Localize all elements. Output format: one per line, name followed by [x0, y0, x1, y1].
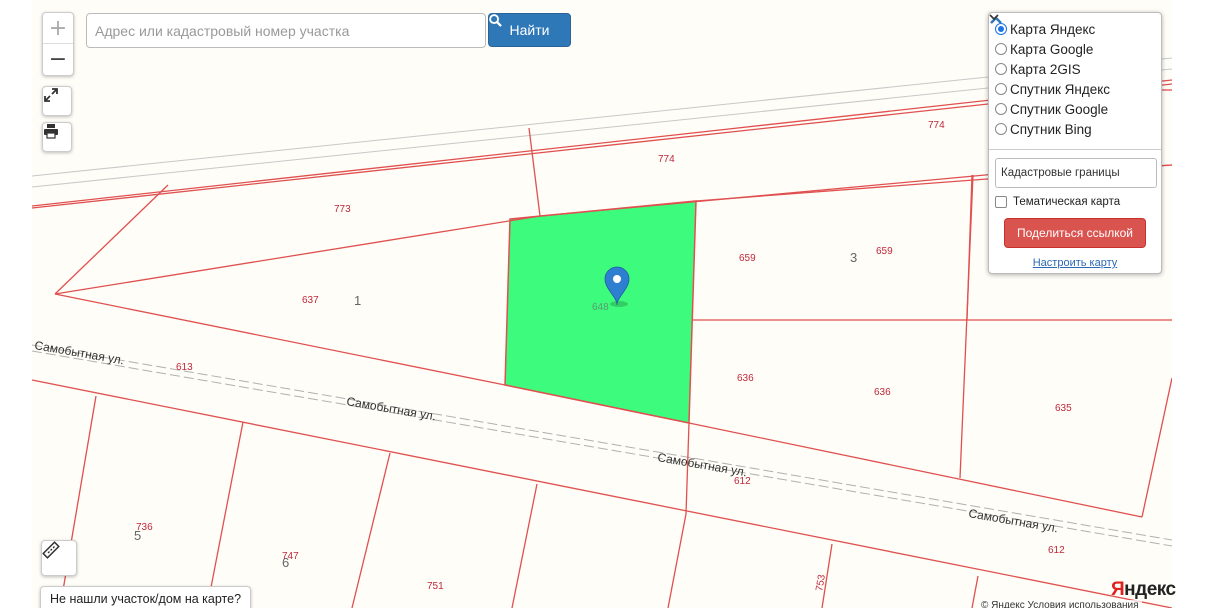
- parcel-label: 773: [334, 204, 351, 215]
- basemap-label: Спутник Яндекс: [1010, 81, 1111, 97]
- radio-button[interactable]: [995, 63, 1007, 75]
- basemap-option-2gis-map[interactable]: Карта 2GIS: [995, 59, 1155, 79]
- search-button[interactable]: Найти: [488, 13, 571, 47]
- not-found-button[interactable]: Не нашли участок/дом на карте?: [40, 586, 252, 608]
- map-container[interactable]: Самобытная ул. Самобытная ул. Самобытная…: [0, 0, 1232, 608]
- parcel-label: 774: [928, 120, 945, 131]
- parcel-label: 612: [734, 476, 751, 487]
- quarter-label: 1: [354, 293, 361, 308]
- expand-icon: [44, 88, 58, 102]
- logo-rest: ндекс: [1124, 579, 1176, 600]
- quarter-label: 6: [282, 555, 289, 570]
- parcel-label: 751: [427, 581, 444, 592]
- share-link-button[interactable]: Поделиться ссылкой: [1004, 218, 1146, 248]
- basemap-option-bing-satellite[interactable]: Спутник Bing: [995, 119, 1155, 139]
- basemap-label: Карта Google: [1010, 41, 1094, 57]
- parcel-label: 636: [737, 373, 754, 384]
- radio-button[interactable]: [995, 103, 1007, 115]
- street-label: Самобытная ул.: [967, 506, 1059, 535]
- logo-first-letter: Я: [1111, 579, 1125, 600]
- thematic-map-checkbox[interactable]: [995, 196, 1007, 208]
- thematic-map-label: Тематическая карта: [1013, 196, 1121, 208]
- yandex-logo[interactable]: Яндекс: [1111, 579, 1176, 601]
- layers-panel: Карта Яндекс Карта Google Карта 2GIS Спу…: [988, 12, 1162, 274]
- divider: [989, 149, 1161, 150]
- overlay-select-value: Кадастровые границы: [1001, 167, 1120, 179]
- chevron-down-icon: [989, 14, 999, 21]
- parcel-label: 635: [1055, 403, 1072, 414]
- street-label: Самобытная ул.: [345, 394, 437, 423]
- radio-button[interactable]: [995, 83, 1007, 95]
- radio-button[interactable]: [995, 43, 1007, 55]
- parcel-label: 613: [176, 362, 193, 373]
- printer-icon: [44, 124, 58, 139]
- basemap-label: Спутник Google: [1010, 101, 1109, 117]
- search-button-label: Найти: [509, 22, 550, 38]
- zoom-out-button[interactable]: −: [43, 44, 73, 75]
- parcel-label: 637: [302, 295, 319, 306]
- parcel-label: 648: [592, 302, 609, 313]
- copyright-text[interactable]: © Яндекс Условия использования: [978, 600, 1142, 608]
- basemap-option-yandex-map[interactable]: Карта Яндекс: [995, 19, 1155, 39]
- basemap-label: Карта 2GIS: [1010, 61, 1081, 77]
- basemap-option-google-map[interactable]: Карта Google: [995, 39, 1155, 59]
- quarter-labels: 1 3 5 6: [134, 250, 857, 570]
- parcel-label: 753: [814, 573, 828, 592]
- thematic-map-toggle[interactable]: Тематическая карта: [995, 196, 1155, 208]
- radio-button[interactable]: [995, 23, 1007, 35]
- quarter-label: 5: [134, 528, 141, 543]
- basemap-label: Спутник Bing: [1010, 121, 1092, 137]
- parcel-label: 636: [874, 387, 891, 398]
- parcel-label: 659: [739, 253, 756, 264]
- parcel-label: 774: [658, 154, 675, 165]
- street-label: Самобытная ул.: [33, 338, 125, 367]
- fullscreen-button[interactable]: [42, 86, 72, 116]
- basemap-label: Карта Яндекс: [1010, 21, 1096, 37]
- street-label: Самобытная ул.: [656, 450, 748, 479]
- quarter-label: 3: [850, 250, 857, 265]
- overlay-select[interactable]: Кадастровые границы: [989, 14, 1157, 188]
- radio-button[interactable]: [995, 123, 1007, 135]
- ruler-button[interactable]: [41, 540, 77, 576]
- ruler-icon: [42, 541, 60, 559]
- zoom-in-button[interactable]: +: [43, 13, 73, 44]
- zoom-control: + −: [42, 12, 74, 76]
- basemap-option-google-satellite[interactable]: Спутник Google: [995, 99, 1155, 119]
- configure-map-link[interactable]: Настроить карту: [995, 257, 1155, 269]
- parcel-label: 612: [1048, 545, 1065, 556]
- search-input[interactable]: [86, 13, 486, 48]
- parcel-label: 659: [876, 246, 893, 257]
- basemap-option-yandex-satellite[interactable]: Спутник Яндекс: [995, 79, 1155, 99]
- search-icon: [489, 14, 502, 27]
- print-button[interactable]: [42, 122, 72, 152]
